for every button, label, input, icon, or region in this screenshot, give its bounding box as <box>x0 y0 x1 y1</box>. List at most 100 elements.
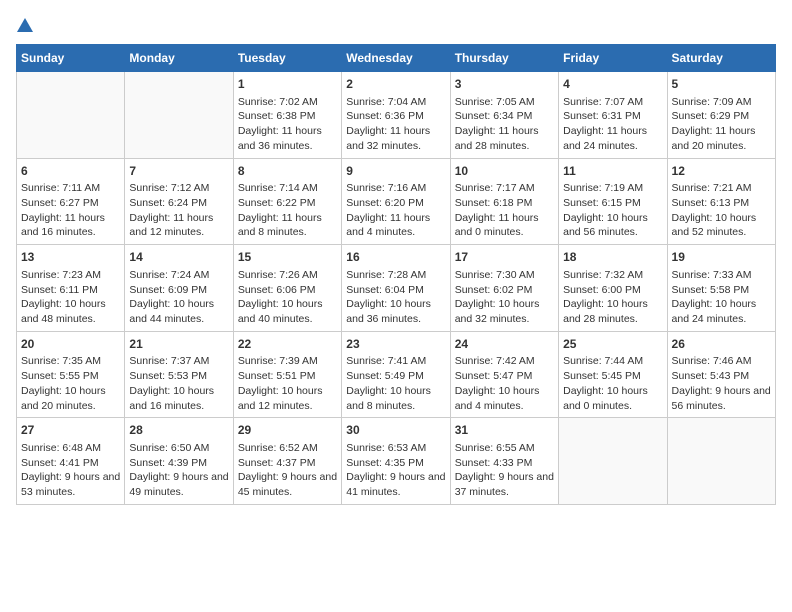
day-info: Sunrise: 7:42 AM Sunset: 5:47 PM Dayligh… <box>455 354 554 413</box>
day-info: Sunrise: 7:30 AM Sunset: 6:02 PM Dayligh… <box>455 268 554 327</box>
day-number: 25 <box>563 336 662 353</box>
calendar-week-row: 1 Sunrise: 7:02 AM Sunset: 6:38 PM Daylig… <box>17 72 776 159</box>
day-number: 7 <box>129 163 228 180</box>
calendar-day-cell: 26Sunrise: 7:46 AM Sunset: 5:43 PM Dayli… <box>667 331 775 418</box>
calendar-day-header: Monday <box>125 45 233 72</box>
day-number: 2 <box>346 76 445 93</box>
calendar-day-cell: 17 Sunrise: 7:30 AM Sunset: 6:02 PM Dayli… <box>450 245 558 332</box>
calendar-day-cell: 27 Sunrise: 6:48 AM Sunset: 4:41 PM Dayli… <box>17 418 125 505</box>
page-header <box>16 16 776 34</box>
logo-icon <box>16 16 34 34</box>
day-info: Sunrise: 7:23 AM Sunset: 6:11 PM Dayligh… <box>21 268 120 327</box>
calendar-day-cell: 24Sunrise: 7:42 AM Sunset: 5:47 PM Dayli… <box>450 331 558 418</box>
calendar-day-header: Saturday <box>667 45 775 72</box>
calendar-day-cell: 15Sunrise: 7:26 AM Sunset: 6:06 PM Dayli… <box>233 245 341 332</box>
day-number: 26 <box>672 336 771 353</box>
day-number: 3 <box>455 76 554 93</box>
day-info: Sunrise: 6:55 AM Sunset: 4:33 PM Dayligh… <box>455 441 554 500</box>
calendar-day-cell: 21Sunrise: 7:37 AM Sunset: 5:53 PM Dayli… <box>125 331 233 418</box>
calendar-day-header: Sunday <box>17 45 125 72</box>
day-number: 28 <box>129 422 228 439</box>
day-info: Sunrise: 7:39 AM Sunset: 5:51 PM Dayligh… <box>238 354 337 413</box>
day-number: 13 <box>21 249 120 266</box>
calendar-day-cell: 25Sunrise: 7:44 AM Sunset: 5:45 PM Dayli… <box>559 331 667 418</box>
calendar-day-cell: 20Sunrise: 7:35 AM Sunset: 5:55 PM Dayli… <box>17 331 125 418</box>
calendar-day-cell: 9Sunrise: 7:16 AM Sunset: 6:20 PM Daylig… <box>342 158 450 245</box>
calendar-day-header: Tuesday <box>233 45 341 72</box>
day-info: Sunrise: 7:37 AM Sunset: 5:53 PM Dayligh… <box>129 354 228 413</box>
day-info: Sunrise: 7:11 AM Sunset: 6:27 PM Dayligh… <box>21 181 120 240</box>
day-number: 21 <box>129 336 228 353</box>
calendar-day-cell: 10Sunrise: 7:17 AM Sunset: 6:18 PM Dayli… <box>450 158 558 245</box>
day-info: Sunrise: 7:44 AM Sunset: 5:45 PM Dayligh… <box>563 354 662 413</box>
day-number: 16 <box>346 249 445 266</box>
calendar-week-row: 20Sunrise: 7:35 AM Sunset: 5:55 PM Dayli… <box>17 331 776 418</box>
day-number: 23 <box>346 336 445 353</box>
calendar-day-cell: 31 Sunrise: 6:55 AM Sunset: 4:33 PM Dayli… <box>450 418 558 505</box>
calendar-week-row: 6Sunrise: 7:11 AM Sunset: 6:27 PM Daylig… <box>17 158 776 245</box>
day-info: Sunrise: 7:24 AM Sunset: 6:09 PM Dayligh… <box>129 268 228 327</box>
day-info: Sunrise: 7:46 AM Sunset: 5:43 PM Dayligh… <box>672 354 771 413</box>
calendar-day-cell: 5Sunrise: 7:09 AM Sunset: 6:29 PM Daylig… <box>667 72 775 159</box>
calendar-day-cell: 1 Sunrise: 7:02 AM Sunset: 6:38 PM Daylig… <box>233 72 341 159</box>
day-info: Sunrise: 6:52 AM Sunset: 4:37 PM Dayligh… <box>238 441 337 500</box>
day-info: Sunrise: 7:02 AM Sunset: 6:38 PM Dayligh… <box>238 95 337 154</box>
logo <box>16 16 34 34</box>
day-number: 11 <box>563 163 662 180</box>
day-info: Sunrise: 7:41 AM Sunset: 5:49 PM Dayligh… <box>346 354 445 413</box>
day-info: Sunrise: 7:14 AM Sunset: 6:22 PM Dayligh… <box>238 181 337 240</box>
day-info: Sunrise: 7:17 AM Sunset: 6:18 PM Dayligh… <box>455 181 554 240</box>
day-number: 30 <box>346 422 445 439</box>
day-info: Sunrise: 7:04 AM Sunset: 6:36 PM Dayligh… <box>346 95 445 154</box>
day-info: Sunrise: 7:07 AM Sunset: 6:31 PM Dayligh… <box>563 95 662 154</box>
day-number: 17 <box>455 249 554 266</box>
calendar-day-cell: 18 Sunrise: 7:32 AM Sunset: 6:00 PM Dayli… <box>559 245 667 332</box>
calendar-day-cell <box>559 418 667 505</box>
calendar-day-cell <box>125 72 233 159</box>
day-number: 6 <box>21 163 120 180</box>
day-number: 8 <box>238 163 337 180</box>
day-number: 22 <box>238 336 337 353</box>
day-number: 27 <box>21 422 120 439</box>
day-info: Sunrise: 6:50 AM Sunset: 4:39 PM Dayligh… <box>129 441 228 500</box>
day-info: Sunrise: 7:26 AM Sunset: 6:06 PM Dayligh… <box>238 268 337 327</box>
day-number: 29 <box>238 422 337 439</box>
calendar-day-header: Friday <box>559 45 667 72</box>
calendar-day-cell: 13 Sunrise: 7:23 AM Sunset: 6:11 PM Dayli… <box>17 245 125 332</box>
calendar-day-cell: 3 Sunrise: 7:05 AM Sunset: 6:34 PM Daylig… <box>450 72 558 159</box>
day-number: 31 <box>455 422 554 439</box>
calendar-day-cell: 12Sunrise: 7:21 AM Sunset: 6:13 PM Dayli… <box>667 158 775 245</box>
calendar-day-cell <box>667 418 775 505</box>
day-info: Sunrise: 7:12 AM Sunset: 6:24 PM Dayligh… <box>129 181 228 240</box>
day-number: 4 <box>563 76 662 93</box>
calendar-day-cell: 8Sunrise: 7:14 AM Sunset: 6:22 PM Daylig… <box>233 158 341 245</box>
day-number: 18 <box>563 249 662 266</box>
calendar-day-cell: 4 Sunrise: 7:07 AM Sunset: 6:31 PM Daylig… <box>559 72 667 159</box>
calendar-day-cell: 2 Sunrise: 7:04 AM Sunset: 6:36 PM Daylig… <box>342 72 450 159</box>
day-info: Sunrise: 7:05 AM Sunset: 6:34 PM Dayligh… <box>455 95 554 154</box>
calendar-day-cell: 30 Sunrise: 6:53 AM Sunset: 4:35 PM Dayli… <box>342 418 450 505</box>
day-number: 14 <box>129 249 228 266</box>
day-info: Sunrise: 7:28 AM Sunset: 6:04 PM Dayligh… <box>346 268 445 327</box>
calendar-header-row: SundayMondayTuesdayWednesdayThursdayFrid… <box>17 45 776 72</box>
calendar-day-cell: 11Sunrise: 7:19 AM Sunset: 6:15 PM Dayli… <box>559 158 667 245</box>
calendar-table: SundayMondayTuesdayWednesdayThursdayFrid… <box>16 44 776 505</box>
day-info: Sunrise: 7:33 AM Sunset: 5:58 PM Dayligh… <box>672 268 771 327</box>
calendar-day-header: Thursday <box>450 45 558 72</box>
calendar-day-cell: 29 Sunrise: 6:52 AM Sunset: 4:37 PM Dayli… <box>233 418 341 505</box>
day-number: 1 <box>238 76 337 93</box>
day-number: 12 <box>672 163 771 180</box>
day-info: Sunrise: 7:16 AM Sunset: 6:20 PM Dayligh… <box>346 181 445 240</box>
calendar-week-row: 13 Sunrise: 7:23 AM Sunset: 6:11 PM Dayli… <box>17 245 776 332</box>
day-info: Sunrise: 6:53 AM Sunset: 4:35 PM Dayligh… <box>346 441 445 500</box>
day-info: Sunrise: 7:19 AM Sunset: 6:15 PM Dayligh… <box>563 181 662 240</box>
calendar-day-cell: 19Sunrise: 7:33 AM Sunset: 5:58 PM Dayli… <box>667 245 775 332</box>
calendar-day-cell: 23Sunrise: 7:41 AM Sunset: 5:49 PM Dayli… <box>342 331 450 418</box>
day-info: Sunrise: 7:32 AM Sunset: 6:00 PM Dayligh… <box>563 268 662 327</box>
calendar-week-row: 27 Sunrise: 6:48 AM Sunset: 4:41 PM Dayli… <box>17 418 776 505</box>
day-number: 20 <box>21 336 120 353</box>
day-info: Sunrise: 6:48 AM Sunset: 4:41 PM Dayligh… <box>21 441 120 500</box>
day-number: 10 <box>455 163 554 180</box>
day-number: 24 <box>455 336 554 353</box>
calendar-day-header: Wednesday <box>342 45 450 72</box>
